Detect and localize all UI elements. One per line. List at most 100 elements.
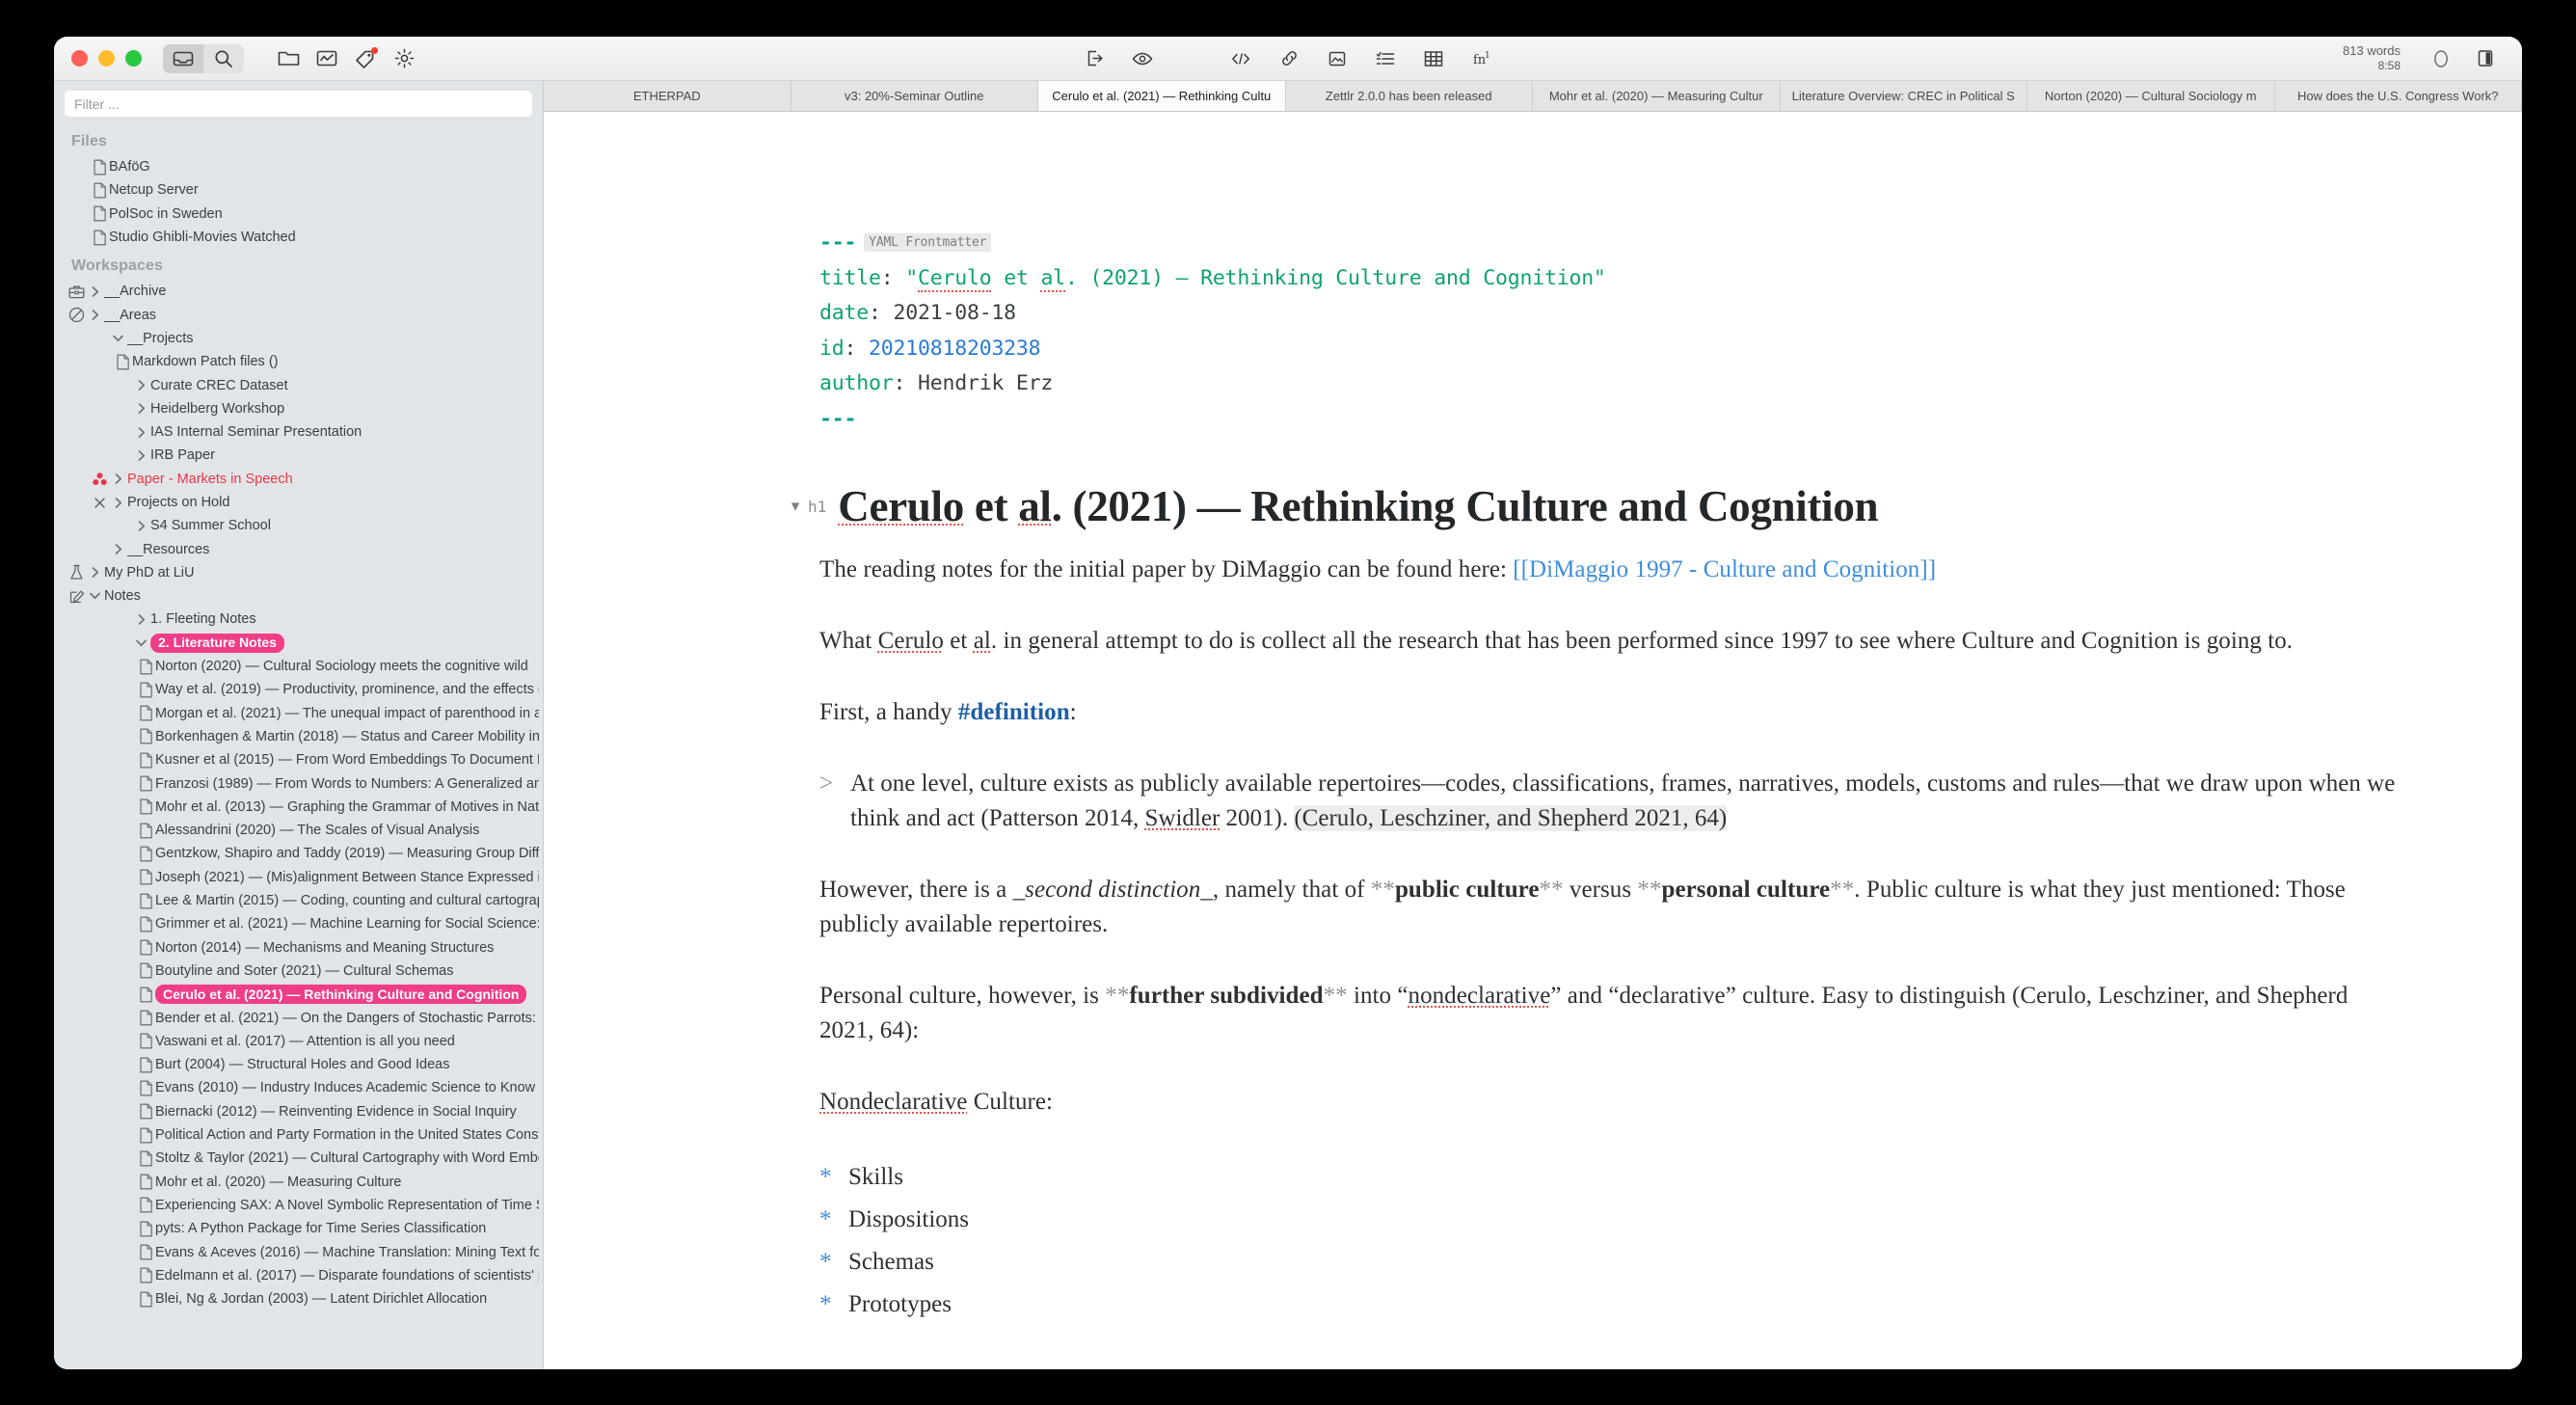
tree-file-item[interactable]: BAföG [54,155,543,178]
minimize-window-button[interactable] [98,50,115,67]
document-tab-bar[interactable]: ETHERPADv3: 20%-Seminar OutlineCerulo et… [544,81,2522,112]
tree-file-item[interactable]: Blei, Ng & Jordan (2003) — Latent Dirich… [54,1287,543,1310]
tree-directory-item[interactable]: __Resources [54,537,543,560]
document-tab[interactable]: Zettlr 2.0.0 has been released [1286,81,1534,111]
table-icon[interactable] [1414,44,1453,73]
tree-file-item[interactable]: Netcup Server [54,178,543,202]
document-tab[interactable]: v3: 20%-Seminar Outline [792,81,1039,111]
editor-content[interactable]: ---YAML Frontmatter title: "Cerulo et al… [544,112,2522,1326]
document-tab[interactable]: Mohr et al. (2020) — Measuring Cultur [1533,81,1781,111]
editor-scroll-area[interactable]: ---YAML Frontmatter title: "Cerulo et al… [544,112,2522,1369]
tree-file-item[interactable]: Boutyline and Soter (2021) — Cultural Sc… [54,959,543,983]
tree-directory-item[interactable]: __Archive [54,280,543,303]
tree-file-item[interactable]: Joseph (2021) — (Mis)alignment Between S… [54,866,543,889]
chevron-right-icon[interactable] [132,426,150,439]
open-folder-icon[interactable] [269,44,308,73]
chevron-right-icon[interactable] [132,613,150,626]
list-icon[interactable] [1366,44,1405,73]
chevron-right-icon[interactable] [132,449,150,462]
chevron-right-icon[interactable] [132,402,150,415]
document-tab[interactable]: ETHERPAD [544,81,792,111]
image-icon[interactable] [1318,44,1356,73]
tree-directory-item[interactable]: My PhD at LiU [54,561,543,584]
footnote-icon[interactable]: fn1 [1462,44,1501,73]
tree-directory-item[interactable]: 2. Literature Notes [54,632,543,655]
document-tab[interactable]: Cerulo et al. (2021) — Rethinking Cultu [1038,81,1286,111]
tree-file-item[interactable]: Stoltz & Taylor (2021) — Cultural Cartog… [54,1147,543,1170]
chevron-right-icon[interactable] [86,566,104,579]
hashtag-definition[interactable]: #definition [958,699,1070,725]
chevron-down-icon[interactable] [109,334,127,343]
preferences-gear-icon[interactable] [385,44,423,73]
tree-directory-item[interactable]: Projects on Hold [54,491,543,514]
tree-directory-item[interactable]: S4 Summer School [54,514,543,537]
chevron-down-icon[interactable] [86,591,104,601]
sidebar-toggle-icon[interactable] [163,44,203,73]
link-icon[interactable] [1270,44,1308,73]
tree-file-item[interactable]: Vaswani et al. (2017) — Attention is all… [54,1030,543,1053]
document-tab[interactable]: How does the U.S. Congress Work? [2275,81,2523,111]
preview-eye-icon[interactable] [1123,44,1162,73]
tree-file-item[interactable]: Norton (2020) — Cultural Sociology meets… [54,655,543,678]
tree-file-item[interactable]: Norton (2014) — Mechanisms and Meaning S… [54,936,543,959]
tree-file-item[interactable]: Morgan et al. (2021) — The unequal impac… [54,702,543,725]
tree-file-item[interactable]: Political Action and Party Formation in … [54,1123,543,1147]
document-tab[interactable]: Norton (2020) — Cultural Sociology m [2027,81,2275,111]
tree-file-item[interactable]: Borkenhagen & Martin (2018) — Status and… [54,725,543,748]
tree-directory-item[interactable]: IAS Internal Seminar Presentation [54,420,543,444]
tree-file-item[interactable]: Mohr et al. (2013) — Graphing the Gramma… [54,796,543,819]
pomodoro-icon[interactable] [2422,44,2460,73]
chevron-right-icon[interactable] [109,473,127,485]
code-icon[interactable] [1221,44,1260,73]
chevron-right-icon[interactable] [132,520,150,532]
citation-chip[interactable]: (Cerulo, Leschziner, and Shepherd 2021, … [1294,805,1727,831]
tree-directory-item[interactable]: Paper - Markets in Speech [54,468,543,491]
toggle-attachment-sidebar-icon[interactable] [2466,44,2505,73]
tree-file-item[interactable]: Biernacki (2012) — Reinventing Evidence … [54,1100,543,1123]
document-tab[interactable]: Literature Overview: CREC in Political S [1781,81,2028,111]
tree-directory-item[interactable]: __Areas [54,303,543,326]
tree-list[interactable]: FilesBAföGNetcup ServerPolSoc in SwedenS… [54,124,543,1369]
tree-file-item[interactable]: Lee & Martin (2015) — Coding, counting a… [54,889,543,912]
maximize-window-button[interactable] [125,50,142,67]
chevron-right-icon[interactable] [86,309,104,321]
tree-file-item[interactable]: Edelmann et al. (2017) — Disparate found… [54,1264,543,1287]
tree-directory-item[interactable]: __Projects [54,327,543,350]
tree-file-item[interactable]: Gentzkow, Shapiro and Taddy (2019) — Mea… [54,842,543,865]
search-icon[interactable] [203,44,244,73]
tree-file-item[interactable]: Way et al. (2019) — Productivity, promin… [54,678,543,701]
tree-file-item[interactable]: Burt (2004) — Structural Holes and Good … [54,1053,543,1076]
chevron-down-icon[interactable] [132,638,150,648]
tree-file-item[interactable]: Studio Ghibli-Movies Watched [54,226,543,249]
tree-file-item[interactable]: Franzosi (1989) — From Words to Numbers:… [54,771,543,795]
tree-file-item[interactable]: Experiencing SAX: A Novel Symbolic Repre… [54,1194,543,1217]
chevron-right-icon[interactable] [109,497,127,509]
tree-directory-item[interactable]: 1. Fleeting Notes [54,608,543,631]
chevron-right-icon[interactable] [132,379,150,392]
tree-file-item[interactable]: PolSoc in Sweden [54,203,543,226]
tree-directory-item[interactable]: Curate CREC Dataset [54,373,543,396]
filter-input[interactable] [65,91,532,117]
tree-file-item[interactable]: Markdown Patch files () [54,350,543,373]
tree-file-item[interactable]: Kusner et al (2015) — From Word Embeddin… [54,748,543,771]
close-window-button[interactable] [71,50,88,67]
tree-file-item[interactable]: Bender et al. (2021) — On the Dangers of… [54,1006,543,1029]
tree-file-item[interactable]: Evans (2010) — Industry Induces Academic… [54,1076,543,1099]
tree-file-item[interactable]: Alessandrini (2020) — The Scales of Visu… [54,819,543,842]
tree-file-item[interactable]: Grimmer et al. (2021) — Machine Learning… [54,912,543,935]
wiki-link[interactable]: [[DiMaggio 1997 - Culture and Cognition]… [1513,556,1936,582]
chevron-right-icon[interactable] [109,543,127,555]
chevron-right-icon[interactable] [86,285,104,298]
tree-directory-item[interactable]: Heidelberg Workshop [54,397,543,420]
chevron-down-icon[interactable]: ▾ [783,497,808,516]
tree-file-item[interactable]: pyts: A Python Package for Time Series C… [54,1217,543,1240]
tag-icon[interactable] [346,44,385,73]
stats-icon[interactable] [308,44,346,73]
tree-directory-item[interactable]: Notes [54,584,543,608]
tree-file-item[interactable]: Mohr et al. (2020) — Measuring Culture [54,1170,543,1193]
tree-file-item[interactable]: Evans & Aceves (2016) — Machine Translat… [54,1240,543,1263]
tree-file-item[interactable]: Cerulo et al. (2021) — Rethinking Cultur… [54,983,543,1006]
tree-directory-item[interactable]: IRB Paper [54,444,543,467]
yaml-frontmatter-block[interactable]: ---YAML Frontmatter title: "Cerulo et al… [819,226,2401,437]
share-export-icon[interactable] [1075,44,1114,73]
